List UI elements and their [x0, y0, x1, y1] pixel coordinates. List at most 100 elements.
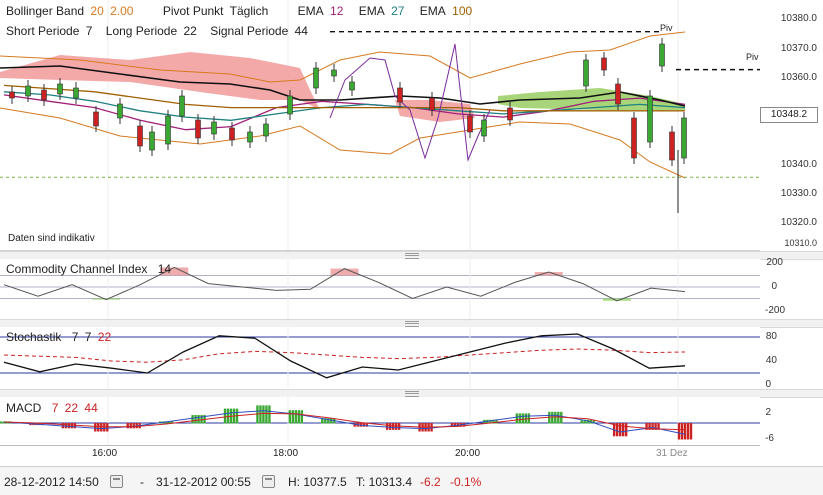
candle-body	[211, 121, 217, 135]
cci-panel[interactable]: Commodity Channel Index 14	[0, 259, 760, 320]
stoch-legend: Stochastik 7 7 22	[6, 330, 114, 344]
signal-label: Signal Periode	[210, 24, 289, 38]
macd-bar	[362, 423, 365, 427]
candle-body	[397, 87, 403, 103]
pivot-label-2: Piv	[746, 52, 759, 62]
pivot-label-1: Piv	[660, 23, 673, 33]
status-bar: 28-12-2012 14:50 - 31-12-2012 00:55 H: 1…	[0, 466, 823, 495]
candle-body	[507, 107, 513, 121]
macd-bar	[97, 423, 100, 432]
bb-label: Bollinger Band	[6, 4, 85, 18]
time-tick: 18:00	[273, 448, 299, 459]
candle-body	[117, 103, 123, 119]
cci-axis: 200 0 -200	[760, 257, 823, 319]
macd-bar	[191, 415, 194, 424]
macd-bar	[680, 423, 684, 440]
calendar-icon[interactable]	[262, 475, 275, 488]
high-value: H: 10377.5	[288, 475, 347, 489]
signal-value: 44	[294, 24, 308, 38]
time-tick: 16:00	[92, 448, 118, 459]
candle-body	[331, 69, 337, 77]
stoch-signal-line	[3, 348, 686, 363]
macd-tick: 2	[765, 407, 771, 418]
cci-legend: Commodity Channel Index 14	[6, 262, 174, 276]
candle-body	[601, 57, 607, 71]
candle-body	[615, 83, 621, 105]
calendar-icon[interactable]	[110, 475, 123, 488]
macd-bar	[518, 413, 522, 424]
macd-bar	[683, 423, 687, 440]
candle-body	[149, 131, 155, 151]
stoch-p3: 22	[97, 330, 112, 344]
long-value: 22	[183, 24, 197, 38]
cci-label: Commodity Channel Index	[6, 262, 148, 276]
range-end[interactable]: 31-12-2012 00:55	[156, 475, 251, 489]
price-tick: 10310.0	[784, 238, 817, 248]
macd-bar	[268, 405, 271, 424]
price-tick: 10340.0	[780, 159, 817, 170]
macd-bar	[621, 423, 625, 437]
macd-bar	[132, 423, 135, 429]
macd-bar	[554, 411, 557, 424]
ema1-value: 12	[330, 4, 344, 18]
stoch-tick: 80	[765, 331, 777, 342]
macd-bar	[300, 410, 304, 424]
stoch-axis: 80 40 0	[760, 327, 823, 390]
price-axis: 10380.0 10370.0 10360.0 10340.0 10330.0 …	[760, 0, 823, 250]
candle-body	[165, 115, 171, 145]
last-price-badge: 10348.2	[760, 107, 818, 123]
long-label: Long Periode	[105, 24, 178, 38]
ema3-label: EMA	[419, 4, 446, 18]
candle-body	[313, 67, 319, 89]
macd-bar	[388, 423, 392, 430]
macd-bar	[194, 415, 197, 424]
candle-body	[681, 117, 687, 159]
bb-dev: 2.00	[110, 4, 134, 18]
change-pct: -0.1%	[450, 475, 482, 489]
stoch-label: Stochastik	[6, 330, 62, 344]
macd-bar	[262, 405, 265, 424]
candle-body	[195, 119, 201, 139]
price-tick: 10370.0	[780, 43, 817, 54]
candle-body	[631, 117, 637, 159]
macd-chart	[0, 397, 760, 445]
candle-body	[25, 85, 31, 97]
macd-bar	[551, 411, 554, 424]
pivot-value: Täglich	[229, 4, 269, 18]
macd-bar	[129, 423, 132, 429]
legend-row-1: Bollinger Band 20 2.00 Pivot Punkt Tägli…	[6, 4, 475, 18]
macd-bar	[294, 410, 298, 424]
stoch-panel[interactable]: Stochastik 7 7 22	[0, 327, 760, 390]
ema2-value: 27	[391, 4, 405, 18]
price-panel[interactable]: Bollinger Band 20 2.00 Pivot Punkt Tägli…	[0, 0, 760, 251]
macd-panel[interactable]: MACD 7 22 44	[0, 397, 760, 446]
ema1-label: EMA	[297, 4, 324, 18]
macd-bar	[557, 411, 560, 424]
candle-body	[467, 115, 473, 133]
macd-bar	[385, 423, 389, 430]
range-start[interactable]: 28-12-2012 14:50	[4, 475, 99, 489]
stoch-p1: 7	[71, 330, 79, 344]
candle-body	[429, 97, 435, 111]
bollinger-lower	[0, 107, 686, 179]
macd-bar	[297, 410, 301, 424]
legend-row-2: Short Periode 7 Long Periode 22 Signal P…	[6, 24, 311, 38]
stoch-p2: 7	[84, 330, 92, 344]
candle-body	[263, 123, 269, 137]
macd-bar	[624, 423, 628, 437]
bb-period: 20	[90, 4, 104, 18]
candle-body	[137, 125, 143, 147]
price-tick: 10380.0	[780, 13, 817, 24]
stoch-tick: 40	[765, 355, 777, 366]
time-tick: 20:00	[455, 448, 481, 459]
macd-label: MACD	[6, 401, 42, 415]
macd-bar	[291, 410, 295, 424]
candle-body	[659, 43, 665, 67]
low-value: T: 10313.4	[356, 475, 413, 489]
macd-bar	[265, 405, 268, 424]
pivot-label: Pivot Punkt	[162, 4, 224, 18]
candle-body	[287, 95, 293, 115]
ema2-label: EMA	[358, 4, 385, 18]
price-tick: 10320.0	[780, 217, 817, 228]
candle-body	[247, 131, 253, 143]
